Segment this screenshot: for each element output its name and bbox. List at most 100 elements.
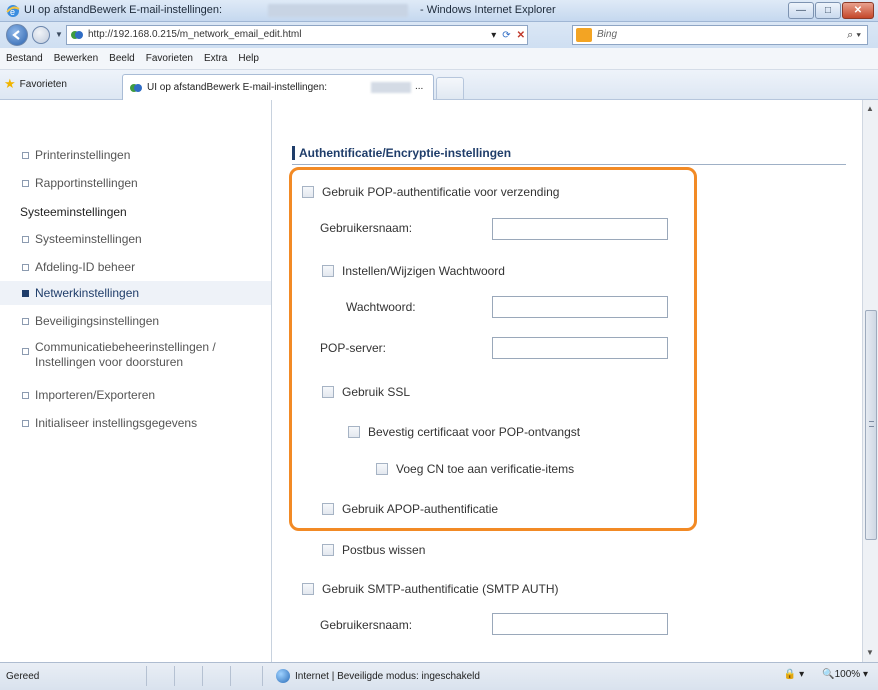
bullet-icon xyxy=(22,152,29,159)
sidebar-item-import-export[interactable]: Importeren/Exporteren xyxy=(22,388,155,402)
stop-icon[interactable]: ✕ xyxy=(517,30,525,41)
sidebar-item-label: Beveiligingsinstellingen xyxy=(35,314,160,328)
tab-title: UI op afstandBewerk E-mail-instellingen: xyxy=(147,82,328,93)
favorites-button[interactable]: ★ Favorieten xyxy=(4,76,67,92)
sidebar-item-security-settings[interactable]: Beveiligingsinstellingen xyxy=(22,314,159,328)
smtp-username-field[interactable] xyxy=(492,613,668,635)
sidebar-item-printer-settings[interactable]: Printerinstellingen xyxy=(22,148,130,162)
status-text: Gereed xyxy=(6,671,40,682)
bing-logo-icon xyxy=(576,28,592,42)
sidebar-item-label: Netwerkinstellingen xyxy=(35,286,140,300)
pop-auth-checkbox[interactable]: Gebruik POP-authentificatie voor verzend… xyxy=(302,185,559,199)
window-app-name: - Windows Internet Explorer xyxy=(420,4,556,16)
minimize-button[interactable]: — xyxy=(788,2,814,19)
scroll-up-icon[interactable]: ▲ xyxy=(866,104,874,113)
password-label: Wachtwoord: xyxy=(346,300,416,314)
refresh-icon[interactable]: ⟳ xyxy=(502,30,510,41)
sidebar-item-label: Importeren/Exporteren xyxy=(35,388,156,402)
sidebar-item-label-group: Communicatiebeheerinstellingen / Instell… xyxy=(35,340,216,370)
bullet-icon xyxy=(22,264,29,271)
address-toolbar: ▼ http://192.168.0.215/m_network_email_e… xyxy=(0,22,878,48)
checkbox-box[interactable] xyxy=(376,463,388,475)
new-tab-button[interactable] xyxy=(436,77,464,99)
sidebar-item-system-settings[interactable]: Systeeminstellingen xyxy=(22,232,142,246)
sidebar-item-label: Rapportinstellingen xyxy=(35,176,138,190)
bullet-icon xyxy=(22,420,29,427)
settings-sidebar: Printerinstellingen Rapportinstellingen … xyxy=(0,100,272,662)
menu-item-file[interactable]: Bestand xyxy=(6,53,43,64)
address-dropdown-icon[interactable]: ▾ xyxy=(491,30,496,41)
password-field[interactable] xyxy=(492,296,668,318)
window-title-bar: e UI op afstandBewerk E-mail-instellinge… xyxy=(0,0,878,22)
pop-server-field[interactable] xyxy=(492,337,668,359)
search-icon[interactable]: ⌕ ▾ xyxy=(847,29,861,42)
zoom-control[interactable]: 🔍100% ▾ xyxy=(822,669,868,680)
pop-server-label: POP-server: xyxy=(320,341,387,355)
close-button[interactable]: ✕ xyxy=(842,2,874,19)
verify-certificate-checkbox[interactable]: Bevestig certificaat voor POP-ontvangst xyxy=(348,425,580,439)
search-engine-label: Bing xyxy=(597,29,618,40)
scrollbar-thumb[interactable] xyxy=(865,310,877,540)
sidebar-item-label-line2: Instellingen voor doorsturen xyxy=(35,355,184,369)
redacted-title-segment xyxy=(268,4,408,17)
sidebar-item-report-settings[interactable]: Rapportinstellingen xyxy=(22,176,138,190)
scroll-down-icon[interactable]: ▼ xyxy=(866,648,874,657)
username-label: Gebruikersnaam: xyxy=(320,221,413,235)
add-cn-label: Voeg CN toe aan verificatie-items xyxy=(396,462,575,476)
verify-certificate-label: Bevestig certificaat voor POP-ontvangst xyxy=(368,425,581,439)
checkbox-box[interactable] xyxy=(348,426,360,438)
menu-item-tools[interactable]: Extra xyxy=(204,53,227,64)
status-divider xyxy=(174,666,175,686)
set-password-checkbox[interactable]: Instellen/Wijzigen Wachtwoord xyxy=(322,264,505,278)
url-text[interactable]: http://192.168.0.215/m_network_email_edi… xyxy=(88,29,301,40)
checkbox-box[interactable] xyxy=(322,386,334,398)
sidebar-item-label: Initialiseer instellingsgegevens xyxy=(35,416,198,430)
sidebar-item-initialize-settings[interactable]: Initialiseer instellingsgegevens xyxy=(22,416,197,430)
favorites-label: Favorieten xyxy=(19,78,67,90)
menu-bar: Bestand Bewerken Beeld Favorieten Extra … xyxy=(0,48,878,70)
status-divider xyxy=(262,666,263,686)
menu-item-help[interactable]: Help xyxy=(238,53,259,64)
back-button[interactable] xyxy=(6,24,28,46)
bullet-icon xyxy=(22,318,29,325)
checkbox-box[interactable] xyxy=(322,544,334,556)
sidebar-item-department-id[interactable]: Afdeling-ID beheer xyxy=(22,260,135,274)
clear-mailbox-checkbox[interactable]: Postbus wissen xyxy=(322,543,425,557)
menu-item-edit[interactable]: Bewerken xyxy=(54,53,98,64)
checkbox-box[interactable] xyxy=(322,265,334,277)
search-box[interactable]: Bing ⌕ ▾ xyxy=(572,25,868,45)
use-ssl-label: Gebruik SSL xyxy=(342,385,411,399)
username-field[interactable] xyxy=(492,218,668,240)
site-favicon-icon xyxy=(71,31,83,39)
add-cn-checkbox[interactable]: Voeg CN toe aan verificatie-items xyxy=(376,462,574,476)
smtp-auth-checkbox[interactable]: Gebruik SMTP-authentificatie (SMTP AUTH) xyxy=(302,582,559,596)
menu-item-view[interactable]: Beeld xyxy=(109,53,135,64)
history-dropdown-icon[interactable]: ▼ xyxy=(55,30,63,39)
apop-checkbox[interactable]: Gebruik APOP-authentificatie xyxy=(322,502,498,516)
globe-icon xyxy=(276,669,290,683)
zoom-level: 100% xyxy=(834,669,861,680)
protected-mode-icon[interactable]: 🔒 ▾ xyxy=(784,669,804,680)
sidebar-item-label: Afdeling-ID beheer xyxy=(35,260,136,274)
use-ssl-checkbox[interactable]: Gebruik SSL xyxy=(322,385,410,399)
address-bar[interactable]: http://192.168.0.215/m_network_email_edi… xyxy=(66,25,528,45)
set-password-label: Instellen/Wijzigen Wachtwoord xyxy=(342,264,505,278)
arrow-left-icon xyxy=(12,30,20,40)
checkbox-box[interactable] xyxy=(302,583,314,595)
checkbox-box[interactable] xyxy=(322,503,334,515)
favorites-bar: ★ Favorieten UI op afstandBewerk E-mail-… xyxy=(0,70,878,100)
redacted-tab-segment xyxy=(371,82,411,93)
sidebar-item-network-settings[interactable]: Netwerkinstellingen xyxy=(0,281,271,305)
maximize-button[interactable]: □ xyxy=(815,2,841,19)
pop-auth-label: Gebruik POP-authentificatie voor verzend… xyxy=(322,185,560,199)
sidebar-item-communication-settings[interactable]: Communicatiebeheerinstellingen / Instell… xyxy=(22,340,216,370)
security-zone[interactable]: Internet | Beveiligde modus: ingeschakel… xyxy=(276,669,480,683)
checkbox-box[interactable] xyxy=(302,186,314,198)
vertical-scrollbar[interactable]: ▲ ▼ xyxy=(862,100,878,662)
status-divider xyxy=(202,666,203,686)
browser-tab[interactable]: UI op afstandBewerk E-mail-instellingen:… xyxy=(122,74,434,100)
menu-item-favorites[interactable]: Favorieten xyxy=(146,53,193,64)
apop-label: Gebruik APOP-authentificatie xyxy=(342,502,499,516)
bullet-icon xyxy=(22,392,29,399)
forward-button[interactable] xyxy=(32,26,50,44)
